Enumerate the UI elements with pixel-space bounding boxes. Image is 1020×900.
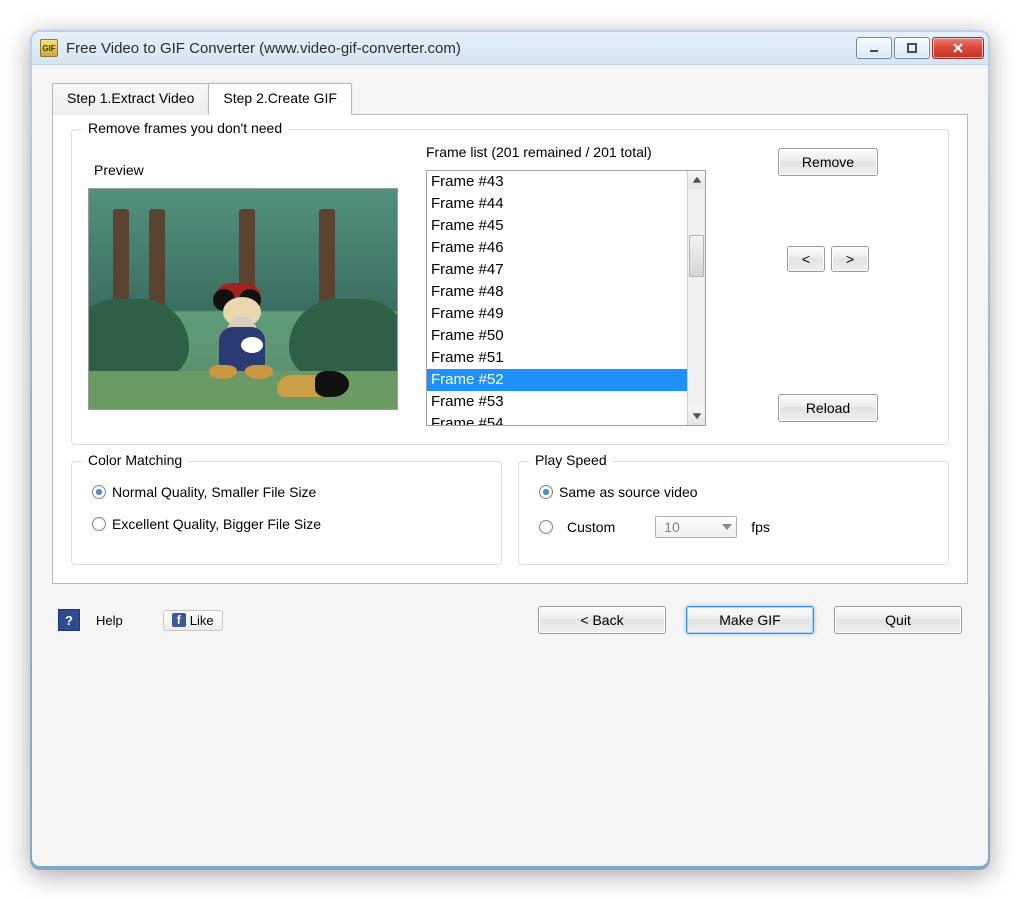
radio-excellent-quality[interactable]: Excellent Quality, Bigger File Size (88, 508, 485, 540)
facebook-icon: f (172, 613, 186, 627)
radio-icon (92, 485, 106, 499)
group-color-matching: Color Matching Normal Quality, Smaller F… (71, 461, 502, 565)
fps-combo[interactable]: 10 (655, 516, 737, 538)
window-title: Free Video to GIF Converter (www.video-g… (66, 40, 856, 57)
footer: ? Help f Like < Back Make GIF Quit (52, 584, 968, 640)
fps-value: 10 (664, 519, 716, 535)
quit-button[interactable]: Quit (834, 606, 962, 634)
radio-icon (92, 517, 106, 531)
titlebar[interactable]: GIF Free Video to GIF Converter (www.vid… (32, 32, 988, 64)
radio-label: Same as source video (559, 484, 698, 500)
back-button[interactable]: < Back (538, 606, 666, 634)
frame-list-item[interactable]: Frame #49 (427, 303, 687, 325)
radio-label: Normal Quality, Smaller File Size (112, 484, 316, 500)
group-play-speed-legend: Play Speed (529, 452, 613, 468)
minimize-button[interactable] (856, 37, 892, 59)
frame-list-item[interactable]: Frame #54 (427, 413, 687, 425)
radio-label: Excellent Quality, Bigger File Size (112, 516, 321, 532)
frame-list-item[interactable]: Frame #52 (427, 369, 687, 391)
scroll-up-icon[interactable] (688, 171, 705, 189)
preview-image (88, 188, 398, 410)
frame-list-item[interactable]: Frame #46 (427, 237, 687, 259)
window-chrome: GIF Free Video to GIF Converter (www.vid… (30, 30, 990, 870)
group-remove-frames-legend: Remove frames you don't need (82, 120, 288, 136)
remove-button[interactable]: Remove (778, 148, 878, 176)
tab-step2[interactable]: Step 2.Create GIF (208, 83, 352, 115)
chevron-down-icon (722, 524, 732, 530)
prev-frame-button[interactable]: < (787, 246, 825, 272)
radio-same-as-source[interactable]: Same as source video (535, 476, 932, 508)
frame-list-item[interactable]: Frame #48 (427, 281, 687, 303)
group-play-speed: Play Speed Same as source video Custom 1… (518, 461, 949, 565)
frame-list-item[interactable]: Frame #43 (427, 171, 687, 193)
radio-icon (539, 520, 553, 534)
frame-list-item[interactable]: Frame #45 (427, 215, 687, 237)
preview-label: Preview (94, 162, 408, 178)
frame-list-item[interactable]: Frame #51 (427, 347, 687, 369)
group-remove-frames: Remove frames you don't need Preview (71, 129, 949, 445)
tab-content: Remove frames you don't need Preview (52, 114, 968, 584)
frame-list-label: Frame list (201 remained / 201 total) (426, 144, 706, 160)
app-icon: GIF (40, 39, 58, 57)
radio-normal-quality[interactable]: Normal Quality, Smaller File Size (88, 476, 485, 508)
scroll-thumb[interactable] (689, 235, 704, 277)
facebook-like-button[interactable]: f Like (163, 610, 223, 631)
close-button[interactable] (932, 37, 984, 59)
next-frame-button[interactable]: > (831, 246, 869, 272)
radio-custom[interactable]: Custom (567, 519, 615, 535)
tab-step1[interactable]: Step 1.Extract Video (52, 83, 209, 115)
make-gif-button[interactable]: Make GIF (686, 606, 814, 634)
tab-strip: Step 1.Extract Video Step 2.Create GIF (52, 83, 968, 115)
frame-list-item[interactable]: Frame #44 (427, 193, 687, 215)
group-color-matching-legend: Color Matching (82, 452, 188, 468)
reload-button[interactable]: Reload (778, 394, 878, 422)
client-area: Step 1.Extract Video Step 2.Create GIF R… (32, 64, 988, 866)
radio-icon (539, 485, 553, 499)
help-icon[interactable]: ? (58, 609, 80, 631)
fps-unit-label: fps (751, 519, 770, 535)
maximize-button[interactable] (894, 37, 930, 59)
frame-list-item[interactable]: Frame #53 (427, 391, 687, 413)
listbox-scrollbar[interactable] (687, 171, 705, 425)
frame-list-item[interactable]: Frame #50 (427, 325, 687, 347)
help-label[interactable]: Help (96, 613, 123, 628)
like-label: Like (190, 613, 214, 628)
frame-list-item[interactable]: Frame #47 (427, 259, 687, 281)
scroll-down-icon[interactable] (688, 407, 705, 425)
frame-listbox[interactable]: Frame #43Frame #44Frame #45Frame #46Fram… (426, 170, 706, 426)
